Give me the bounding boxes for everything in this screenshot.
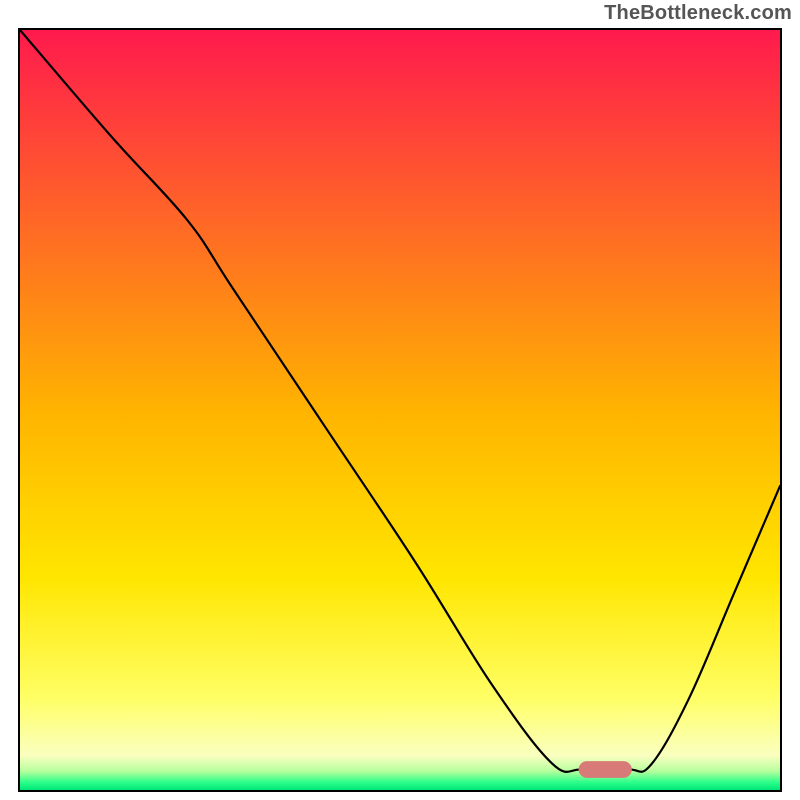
plot-frame <box>18 28 782 792</box>
optimum-marker <box>579 761 632 778</box>
gradient-background <box>20 30 780 790</box>
chart-root: TheBottleneck.com <box>0 0 800 800</box>
watermark-text: TheBottleneck.com <box>604 2 792 25</box>
plot-svg <box>20 30 780 790</box>
